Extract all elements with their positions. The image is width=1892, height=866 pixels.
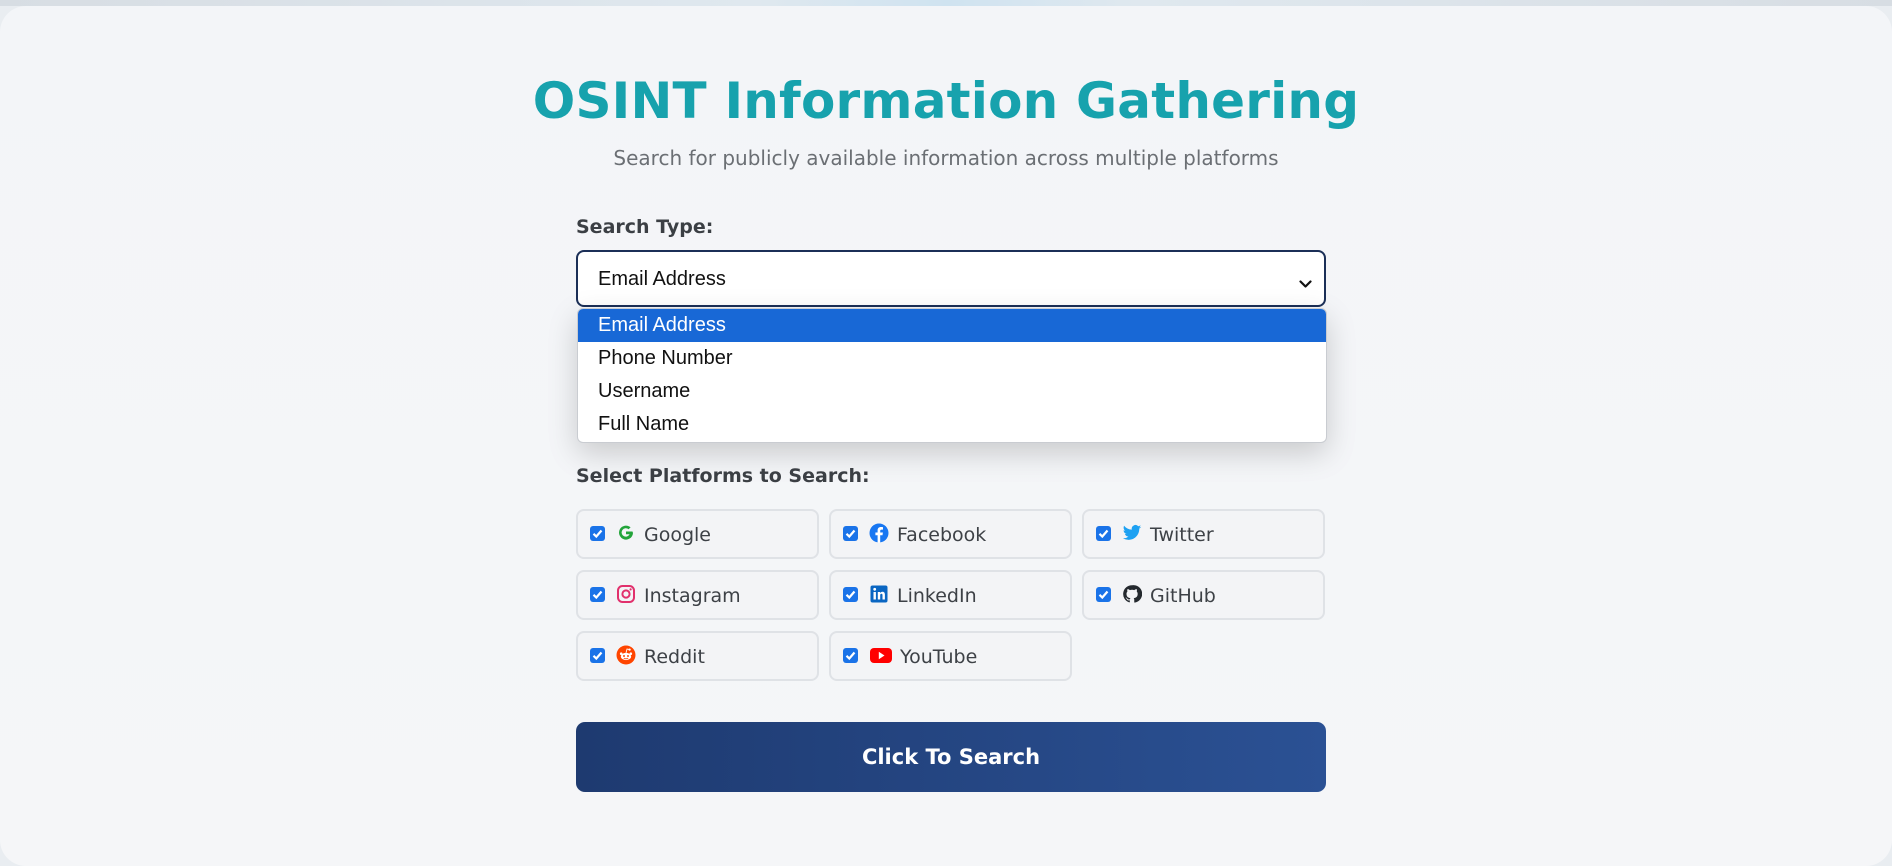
platform-name: Google bbox=[644, 524, 712, 546]
reddit-icon bbox=[616, 645, 636, 665]
google-icon bbox=[616, 523, 636, 543]
search-type-value: Email Address bbox=[598, 268, 726, 290]
search-type-select[interactable]: Email Address bbox=[576, 250, 1326, 307]
search-type-dropdown: Email Address Phone Number Username Full… bbox=[577, 308, 1327, 443]
dropdown-option-fullname[interactable]: Full Name bbox=[578, 408, 1326, 441]
github-checkbox[interactable] bbox=[1096, 587, 1111, 602]
dropdown-option-email[interactable]: Email Address bbox=[578, 309, 1326, 342]
platform-name: Facebook bbox=[897, 524, 987, 546]
platform-name: GitHub bbox=[1150, 585, 1216, 607]
facebook-icon bbox=[869, 523, 889, 543]
dropdown-option-phone[interactable]: Phone Number bbox=[578, 342, 1326, 375]
youtube-icon bbox=[869, 645, 893, 665]
platform-linkedin[interactable]: LinkedIn bbox=[829, 570, 1072, 620]
facebook-checkbox[interactable] bbox=[843, 526, 858, 541]
dropdown-option-username[interactable]: Username bbox=[578, 375, 1326, 408]
platform-name: Reddit bbox=[644, 646, 705, 668]
search-type-label: Search Type: bbox=[576, 216, 714, 238]
instagram-checkbox[interactable] bbox=[590, 587, 605, 602]
twitter-checkbox[interactable] bbox=[1096, 526, 1111, 541]
reddit-checkbox[interactable] bbox=[590, 648, 605, 663]
platform-reddit[interactable]: Reddit bbox=[576, 631, 819, 681]
page-title: OSINT Information Gathering bbox=[532, 72, 1360, 130]
instagram-icon bbox=[616, 584, 636, 604]
youtube-checkbox[interactable] bbox=[843, 648, 858, 663]
platform-instagram[interactable]: Instagram bbox=[576, 570, 819, 620]
platform-name: YouTube bbox=[900, 646, 978, 668]
chevron-down-icon bbox=[1299, 274, 1312, 293]
platform-facebook[interactable]: Facebook bbox=[829, 509, 1072, 559]
platforms-label: Select Platforms to Search: bbox=[576, 465, 870, 487]
search-button[interactable]: Click To Search bbox=[576, 722, 1326, 792]
platform-name: Twitter bbox=[1150, 524, 1214, 546]
page-subtitle: Search for publicly available informatio… bbox=[613, 146, 1279, 170]
linkedin-checkbox[interactable] bbox=[843, 587, 858, 602]
platform-name: LinkedIn bbox=[897, 585, 977, 607]
twitter-icon bbox=[1122, 523, 1142, 543]
linkedin-icon bbox=[869, 584, 889, 604]
github-icon bbox=[1122, 584, 1143, 604]
platform-name: Instagram bbox=[644, 585, 741, 607]
platform-github[interactable]: GitHub bbox=[1082, 570, 1325, 620]
platform-twitter[interactable]: Twitter bbox=[1082, 509, 1325, 559]
platform-google[interactable]: Google bbox=[576, 509, 819, 559]
google-checkbox[interactable] bbox=[590, 526, 605, 541]
platform-youtube[interactable]: YouTube bbox=[829, 631, 1072, 681]
